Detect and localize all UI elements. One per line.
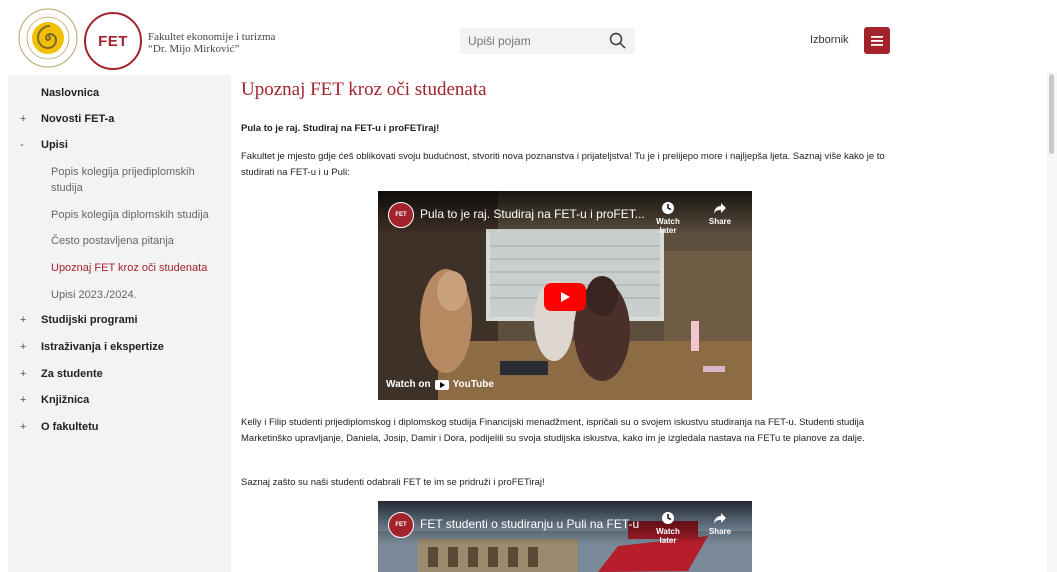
faculty-name: Fakultet ekonomije i turizma “Dr. Mijo M… [148, 31, 275, 55]
intro-heading: Pula to je raj. Studiraj na FET-u i proF… [241, 123, 440, 134]
menu-button[interactable] [864, 27, 890, 54]
video-embed-2[interactable]: FET FET studenti o studiranju u Puli na … [378, 501, 752, 572]
sidebar-item-label: Za studente [41, 368, 103, 380]
site-header: · · · · · · · · FET Fakultet ekonomije i… [0, 0, 1057, 72]
fet-logo[interactable]: FET [84, 12, 142, 70]
youtube-logo-icon [434, 379, 449, 390]
search-input[interactable] [468, 31, 598, 51]
university-seal-logo[interactable]: · · · · · · · · [18, 8, 78, 68]
watch-later-button[interactable]: Watch later [648, 511, 688, 545]
expand-sign: + [20, 341, 27, 353]
play-button[interactable] [544, 283, 586, 311]
watch-on-label: Watch on [386, 379, 431, 390]
watch-later-label: Watch later [656, 217, 680, 235]
sidebar-item-label: Novosti FET-a [41, 113, 115, 125]
share-icon [714, 513, 726, 524]
sidebar-subitem-faq[interactable]: Često postavljena pitanja [51, 233, 211, 249]
menu-label[interactable]: Izbornik [810, 34, 849, 46]
video-title[interactable]: Pula to je raj. Studiraj na FET-u i proF… [420, 207, 645, 221]
page-scrollbar[interactable] [1046, 72, 1057, 572]
hamburger-menu-icon [871, 35, 883, 46]
share-button[interactable]: Share [700, 201, 740, 226]
svg-text:· · · · · · · ·: · · · · · · · · [38, 12, 57, 17]
video-channel-avatar[interactable]: FET [388, 202, 414, 228]
expand-sign: + [20, 421, 27, 433]
sidebar-item-label: Istraživanja i ekspertize [41, 341, 164, 353]
join-paragraph: Saznaj zašto su naši studenti odabrali F… [241, 477, 545, 488]
play-icon [561, 292, 570, 302]
sidebar-item-label: Naslovnica [41, 87, 100, 99]
expand-sign: + [20, 368, 27, 380]
sidebar-subitem-diplomski[interactable]: Popis kolegija diplomskih studija [51, 207, 211, 223]
expand-sign: + [20, 113, 27, 125]
share-button[interactable]: Share [700, 511, 740, 536]
sidebar-subitem-prijediplomski[interactable]: Popis kolegija prijediplomskih studija [51, 164, 211, 196]
sidebar-item-label: Upisi [41, 139, 68, 151]
faculty-name-line1: Fakultet ekonomije i turizma [148, 31, 276, 43]
clock-icon [662, 512, 674, 524]
expand-sign: + [20, 314, 27, 326]
sidebar-subitem-upisi-2023[interactable]: Upisi 2023./2024. [51, 287, 211, 303]
sidebar-item-label: Studijski programi [41, 314, 138, 326]
video-embed-1[interactable]: FET Pula to je raj. Studiraj na FET-u i … [378, 191, 752, 400]
scrollbar-thumb[interactable] [1049, 74, 1054, 154]
watch-on-youtube-link[interactable]: Watch on YouTube [386, 379, 494, 390]
video-channel-avatar[interactable]: FET [388, 512, 414, 538]
clock-icon [662, 202, 674, 214]
share-label: Share [708, 217, 732, 226]
share-label: Share [708, 527, 732, 536]
share-icon [714, 203, 726, 214]
sidebar-item-label: Knjižnica [41, 394, 90, 406]
watch-later-label: Watch later [656, 527, 680, 545]
search-box [460, 28, 635, 54]
page-title: Upoznaj FET kroz oči studenata [241, 79, 487, 100]
video-title[interactable]: FET studenti o studiranju u Puli na FET-… [420, 517, 639, 531]
sidebar-nav: Naslovnica + Novosti FET-a - Upisi Popis… [8, 75, 231, 572]
collapse-sign: - [20, 139, 24, 151]
sidebar-item-label: O fakultetu [41, 421, 99, 433]
sidebar-subitem-upoznaj-fet[interactable]: Upoznaj FET kroz oči studenata [51, 260, 211, 276]
search-icon[interactable] [608, 31, 628, 51]
fet-logo-text: FET [98, 32, 128, 50]
students-paragraph: Kelly i Filip studenti prijediplomskog i… [241, 417, 865, 444]
watch-later-button[interactable]: Watch later [648, 201, 688, 235]
youtube-label: YouTube [452, 379, 494, 390]
intro-paragraph: Fakultet je mjesto gdje ćeš oblikovati s… [241, 151, 885, 178]
expand-sign: + [20, 394, 27, 406]
faculty-name-line2: “Dr. Mijo Mirković” [148, 43, 240, 55]
